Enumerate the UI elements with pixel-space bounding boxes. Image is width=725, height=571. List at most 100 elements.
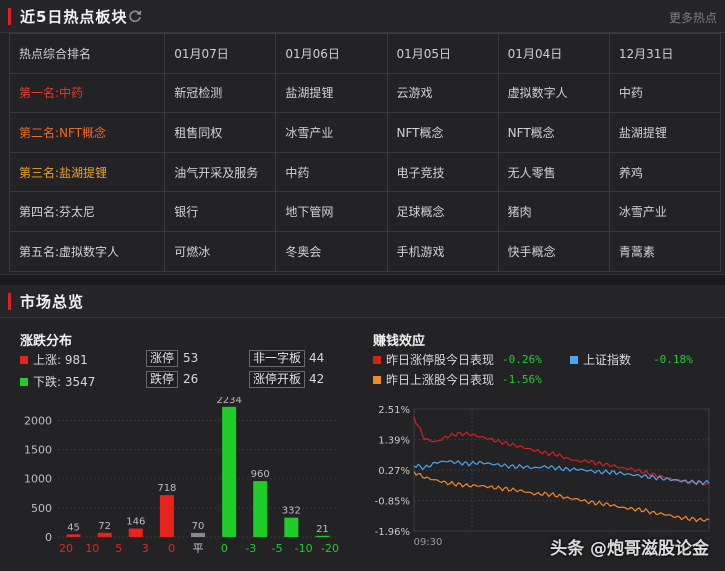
sector-cell[interactable]: 中药 — [608, 72, 722, 114]
sector-cell[interactable]: 冬奥会 — [275, 230, 388, 272]
header-cell: 01月06日 — [275, 33, 388, 74]
open-board-button[interactable]: 涨停开板 — [249, 371, 306, 388]
y-tick-label: 2.51% — [378, 405, 410, 416]
bar — [253, 481, 268, 537]
sector-cell[interactable]: 冰雪产业 — [608, 191, 722, 232]
sector-cell[interactable]: 盐湖提锂 — [608, 112, 722, 153]
rank-cell[interactable]: 第三名:盐湖提锂 — [8, 151, 166, 193]
title-accent-bar — [8, 8, 11, 25]
sector-cell[interactable]: 租售同权 — [164, 112, 277, 153]
watermark: 头条 @炮哥滋股论金 — [550, 539, 709, 559]
refresh-icon[interactable] — [128, 9, 142, 23]
x-tick-label: -10 — [295, 542, 313, 555]
sector-cell[interactable]: 盐湖提锂 — [275, 72, 388, 114]
sector-cell[interactable]: 油气开采及服务 — [164, 151, 277, 193]
header-cell: 01月07日 — [164, 33, 277, 74]
x-tick-label: 20 — [59, 542, 73, 555]
sector-cell[interactable]: 中药 — [275, 151, 388, 193]
y-tick-label: -0.85% — [375, 497, 410, 508]
bar-value-label: 960 — [251, 469, 270, 480]
sector-cell[interactable]: 电子竞技 — [386, 151, 499, 193]
bar-value-label: 70 — [192, 521, 205, 532]
rank-cell[interactable]: 第四名:芬太尼 — [8, 191, 166, 232]
one-word-board-value: 44 — [309, 351, 325, 365]
table-row: 第四名:芬太尼 银行 地下管网 足球概念 猪肉 冰雪产业 — [8, 191, 722, 232]
x-tick-label: -20 — [321, 542, 339, 555]
green-square-icon — [20, 377, 28, 386]
rank-cell[interactable]: 第一名:中药 — [8, 72, 166, 114]
sector-cell[interactable]: 地下管网 — [275, 191, 388, 232]
hot-sectors-table: 热点综合排名 01月07日 01月06日 01月05日 01月04日 12月31… — [8, 33, 722, 272]
limit-down-value: 26 — [183, 372, 199, 386]
bar-value-label: 2234 — [216, 397, 241, 406]
limit-up-value: 53 — [183, 351, 199, 365]
table-row: 第三名:盐湖提锂 油气开采及服务 中药 电子竞技 无人零售 养鸡 — [8, 151, 722, 193]
down-count: 下跌: 3547 — [20, 373, 95, 390]
red-square-icon — [20, 355, 28, 364]
bar — [315, 535, 330, 537]
darkred-square-icon — [373, 355, 381, 364]
profit-effect-title: 赚钱效应 — [373, 334, 426, 349]
limit-up-button[interactable]: 涨停 — [146, 350, 179, 367]
hot-sectors-title: 近5日热点板块 — [20, 8, 128, 26]
sector-cell[interactable]: 云游戏 — [386, 72, 499, 114]
table-header-row: 热点综合排名 01月07日 01月06日 01月05日 01月04日 12月31… — [8, 33, 722, 74]
sector-cell[interactable]: 手机游戏 — [386, 230, 499, 272]
sector-cell[interactable]: 养鸡 — [608, 151, 722, 193]
header-cell: 12月31日 — [608, 33, 722, 74]
sector-cell[interactable]: 快手概念 — [497, 230, 610, 272]
up-label: 上涨 — [33, 353, 58, 367]
series-line — [413, 459, 710, 486]
bar — [128, 528, 143, 537]
sector-cell[interactable]: 可燃冰 — [164, 230, 277, 272]
x-tick-label: 0 — [168, 542, 175, 555]
y-tick-label: 1.39% — [378, 436, 410, 447]
bar — [222, 406, 237, 537]
x-tick-label: 10 — [85, 542, 99, 555]
sector-cell[interactable]: NFT概念 — [386, 112, 499, 153]
one-word-board-button[interactable]: 非一字板 — [249, 350, 306, 367]
sector-cell[interactable]: 猪肉 — [497, 191, 610, 232]
sector-cell[interactable]: 足球概念 — [386, 191, 499, 232]
x-tick-label: -3 — [245, 542, 256, 555]
x-tick-label: 09:30 — [414, 537, 443, 548]
sector-cell[interactable]: 青蒿素 — [608, 230, 722, 272]
table-row: 第五名:虚拟数字人 可燃冰 冬奥会 手机游戏 快手概念 青蒿素 — [8, 230, 722, 272]
x-tick-label: -5 — [272, 542, 283, 555]
rank-cell[interactable]: 第二名:NFT概念 — [8, 112, 166, 153]
limit-down-button[interactable]: 跌停 — [146, 371, 179, 388]
bar-value-label: 332 — [282, 506, 301, 517]
distribution-title: 涨跌分布 — [20, 334, 73, 349]
bar-value-label: 45 — [67, 522, 80, 533]
effect-item-sh-index: 上证指数 -0.18% — [570, 351, 693, 368]
market-overview-header: 市场总览 — [0, 285, 725, 318]
up-value: 981 — [64, 352, 88, 367]
sector-cell[interactable]: 虚拟数字人 — [497, 72, 610, 114]
open-board-value: 42 — [309, 372, 325, 386]
sector-cell[interactable]: 新冠检测 — [164, 72, 277, 114]
y-tick-label: 2000 — [24, 414, 52, 427]
blue-square-icon — [570, 355, 578, 364]
effect-label: 昨日上涨股今日表现 — [386, 373, 495, 387]
bar — [191, 532, 205, 537]
header-cell: 热点综合排名 — [8, 33, 166, 74]
bar-value-label: 146 — [126, 516, 145, 527]
table-row: 第一名:中药 新冠检测 盐湖提锂 云游戏 虚拟数字人 中药 — [8, 72, 722, 114]
x-tick-label: 3 — [142, 542, 149, 555]
up-count: 上涨: 981 — [20, 351, 88, 368]
sector-cell[interactable]: 冰雪产业 — [275, 112, 388, 153]
sector-cell[interactable]: 银行 — [164, 191, 277, 232]
series-line — [413, 416, 710, 486]
y-tick-label: 1000 — [24, 473, 52, 486]
y-tick-label: 500 — [31, 502, 52, 515]
rank-cell[interactable]: 第五名:虚拟数字人 — [8, 230, 166, 272]
effect-label: 上证指数 — [583, 353, 632, 367]
y-tick-label: 0.27% — [378, 466, 410, 477]
effect-value: -0.18% — [653, 353, 693, 366]
sector-cell[interactable]: 无人零售 — [497, 151, 610, 193]
more-hot-link[interactable]: 更多热点 — [669, 9, 717, 26]
effect-label: 昨日涨停股今日表现 — [386, 353, 495, 367]
header-cell: 01月05日 — [386, 33, 499, 74]
sector-cell[interactable]: NFT概念 — [497, 112, 610, 153]
table-row: 第二名:NFT概念 租售同权 冰雪产业 NFT概念 NFT概念 盐湖提锂 — [8, 112, 722, 153]
